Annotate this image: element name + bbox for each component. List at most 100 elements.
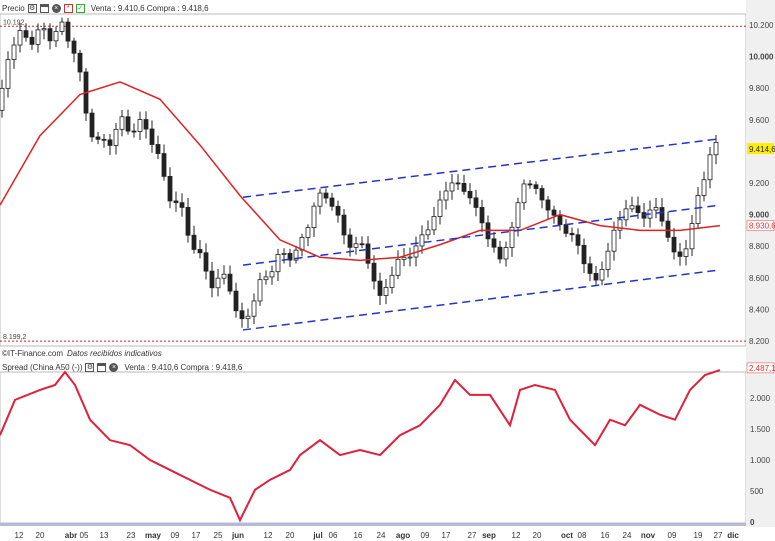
candle-body: [149, 128, 155, 145]
candle-body: [683, 248, 689, 257]
lower-y-tick-label: 1.000: [750, 456, 771, 465]
x-tick-label: 23: [127, 531, 136, 540]
candle-body: [371, 262, 377, 282]
candle-body: [89, 112, 95, 138]
x-tick-label: 16: [354, 531, 363, 540]
candle-body: [137, 119, 143, 132]
x-tick-label: 12: [264, 531, 273, 540]
lower-y-tick-label: 0: [750, 518, 755, 527]
candle-body: [323, 192, 329, 199]
reference-label: 10.192: [3, 19, 25, 26]
upper-y-tick-label: 10.200: [749, 21, 774, 30]
candle-body: [671, 236, 677, 253]
x-tick-label: dic: [727, 531, 739, 540]
x-tick-label: 06: [329, 531, 338, 540]
spread-value-label: 2.487,1: [749, 364, 775, 373]
candle-body: [695, 195, 701, 224]
candle-body: [353, 243, 359, 248]
reference-label: 8.199,2: [3, 334, 26, 341]
close-circle-icon[interactable]: ×: [51, 3, 61, 13]
last-price-label: 9.414,6: [749, 145, 775, 154]
candle-body: [383, 287, 389, 296]
x-tick-label: 19: [694, 531, 703, 540]
candle-body: [317, 192, 323, 207]
candle-body: [53, 31, 59, 42]
candle-body: [593, 273, 599, 281]
x-axis-area: [0, 527, 775, 541]
x-tick-label: 05: [80, 531, 89, 540]
candle-body: [527, 183, 533, 186]
candle-body: [473, 197, 479, 208]
x-tick-label: 12: [512, 531, 521, 540]
x-tick-label: may: [145, 531, 162, 540]
candle-body: [335, 205, 341, 216]
lower-plot-area: [0, 371, 747, 524]
candle-body: [635, 205, 641, 213]
x-tick-label: 24: [377, 531, 386, 540]
chart-icon[interactable]: *: [63, 3, 73, 13]
candle-body: [173, 200, 179, 204]
candle-body: [17, 30, 23, 46]
x-tick-label: 17: [192, 531, 201, 540]
candle-body: [143, 119, 149, 130]
candle-body: [515, 202, 521, 228]
candle-body: [533, 184, 539, 189]
candle-body: [209, 270, 215, 289]
candle-body: [431, 216, 437, 231]
candle-body: [437, 199, 443, 217]
candle-body: [359, 243, 365, 246]
candle-body: [203, 252, 209, 272]
window-icon[interactable]: [97, 362, 107, 372]
candle-body: [389, 274, 395, 288]
candle-body: [29, 36, 35, 45]
candle-body: [311, 205, 317, 228]
candle-body: [35, 29, 41, 45]
candle-body: [263, 276, 269, 281]
candle-body: [563, 224, 569, 234]
lower-panel-header: Spread (China A50 (-)) ⚙ × Venta : 9.410…: [0, 360, 242, 374]
candle-body: [107, 139, 113, 146]
x-tick-label: 09: [668, 531, 677, 540]
candle-body: [605, 250, 611, 270]
candle-body: [245, 315, 251, 320]
upper-y-tick-label: 9.600: [749, 116, 770, 125]
candle-body: [71, 40, 77, 54]
close-circle-icon[interactable]: ×: [109, 362, 119, 372]
candle-body: [59, 21, 65, 32]
candle-body: [341, 214, 347, 236]
upper-plot-area: [0, 13, 747, 347]
check-icon[interactable]: ✓: [75, 3, 85, 13]
candle-body: [347, 234, 353, 248]
candle-body: [233, 290, 239, 312]
candle-body: [587, 263, 593, 274]
chart-canvas: 10.200 10.000 9.800 9.600 9.200 9.000 8.800 8.6…: [0, 0, 775, 541]
candle-body: [701, 179, 707, 196]
candle-body: [395, 258, 401, 276]
x-tick-label: nov: [641, 531, 656, 540]
candle-body: [713, 141, 719, 156]
candle-body: [95, 136, 101, 140]
candle-body: [443, 190, 449, 201]
candle-body: [131, 130, 137, 133]
candle-body: [551, 209, 557, 216]
candle-body: [23, 30, 29, 38]
candle-body: [11, 44, 17, 60]
candle-body: [569, 232, 575, 236]
candle-body: [611, 229, 617, 252]
x-tick-label: 27: [714, 531, 723, 540]
window-icon[interactable]: [39, 3, 49, 13]
candle-body: [185, 207, 191, 236]
upper-y-tick-label: 9.000: [749, 211, 770, 220]
candle-body: [497, 246, 503, 260]
x-tick-label: jun: [231, 531, 244, 540]
candle-body: [257, 279, 263, 302]
candle-body: [125, 116, 131, 132]
wrench-icon[interactable]: ⚙: [27, 3, 37, 13]
candle-body: [419, 234, 425, 247]
x-tick-label: 20: [533, 531, 542, 540]
wrench-icon[interactable]: ⚙: [85, 362, 95, 372]
x-tick-label: 12: [15, 531, 24, 540]
candle-body: [425, 229, 431, 236]
candle-body: [521, 183, 527, 204]
lower-y-tick-label: 1.500: [750, 425, 771, 434]
